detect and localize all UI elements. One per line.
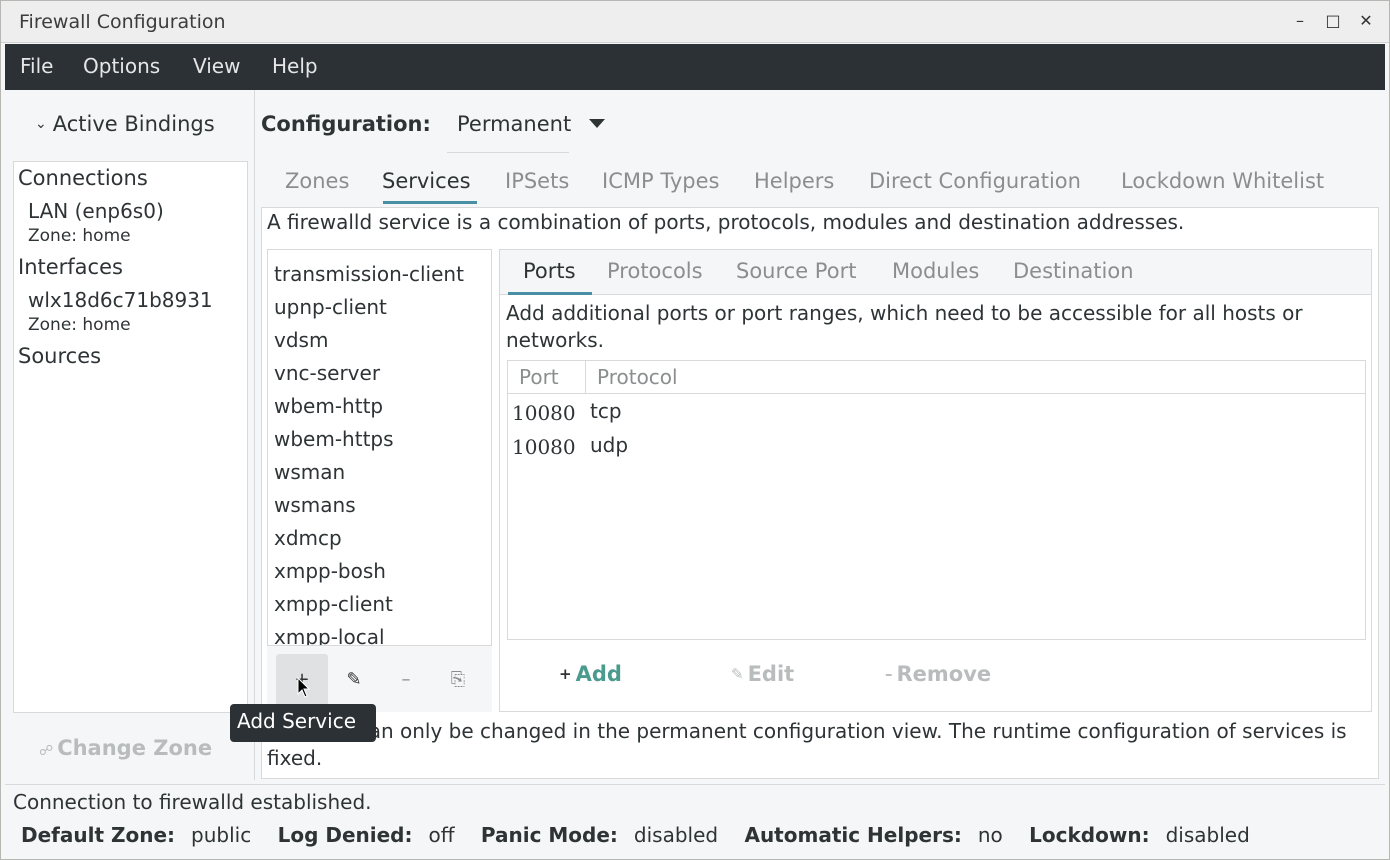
automatic-helpers-value: no (977, 823, 1003, 847)
ports-description: Add additional ports or port ranges, whi… (506, 301, 1303, 352)
protocol-cell[interactable]: tcp (590, 399, 622, 423)
tab-zones[interactable]: Zones (285, 169, 349, 193)
default-zone-label: Default Zone: (21, 823, 176, 847)
status-separator (5, 784, 1385, 785)
remove-port-button[interactable]: – Remove (885, 662, 991, 686)
list-item[interactable]: xdmcp (274, 526, 342, 550)
bindings-tree: Connections LAN (enp6s0) Zone: home Inte… (13, 161, 248, 713)
tab-modules[interactable]: Modules (892, 259, 979, 283)
edit-port-button[interactable]: ✎ Edit (731, 662, 794, 686)
tab-ipsets[interactable]: IPSets (505, 169, 569, 193)
tab-services[interactable]: Services (382, 169, 471, 193)
maximize-icon[interactable]: □ (1321, 9, 1345, 33)
change-zone-icon: ☍ (39, 743, 54, 759)
service-detail-panel: Ports Protocols Source Port Modules Dest… (499, 249, 1372, 712)
change-zone-label: Change Zone (57, 736, 213, 760)
dropdown-arrow-icon (589, 119, 605, 128)
column-header-protocol[interactable]: Protocol (586, 361, 1365, 394)
active-tab-indicator (383, 201, 477, 204)
active-bindings-panel: ⌄ Active Bindings Connections LAN (enp6s0… (5, 90, 255, 780)
tab-direct-configuration[interactable]: Direct Configuration (869, 169, 1081, 193)
automatic-helpers-label: Automatic Helpers: (744, 823, 962, 847)
panic-mode-value: disabled (633, 823, 719, 847)
connections-heading[interactable]: Connections (18, 166, 148, 190)
port-cell[interactable]: 10080 (512, 401, 576, 425)
interface-zone[interactable]: Zone: home (28, 315, 131, 335)
list-item[interactable]: vnc-server (274, 361, 380, 385)
detail-tabs: Ports Protocols Source Port Modules Dest… (500, 250, 1371, 295)
list-item[interactable]: upnp-client (274, 295, 387, 319)
lockdown-value: disabled (1165, 823, 1250, 847)
log-denied-label: Log Denied: (277, 823, 413, 847)
tab-source-port[interactable]: Source Port (736, 259, 856, 283)
list-item[interactable]: wsman (274, 460, 345, 484)
mouse-cursor-icon (297, 677, 311, 698)
panic-mode-label: Panic Mode: (480, 823, 618, 847)
configuration-select[interactable]: Permanent (447, 101, 605, 153)
edit-port-label: Edit (747, 662, 795, 686)
tab-helpers[interactable]: Helpers (754, 169, 834, 193)
default-zone-value: public (191, 823, 252, 847)
menu-bar: File Options View Help (5, 44, 1385, 90)
protocol-cell[interactable]: udp (590, 433, 628, 457)
change-zone-button[interactable]: ☍ Change Zone (39, 736, 212, 760)
pencil-icon: ✎ (731, 665, 744, 683)
window-title: Firewall Configuration (19, 11, 226, 33)
interface-item[interactable]: wlx18d6c71b8931 (28, 288, 213, 312)
list-item[interactable]: transmission-client (274, 262, 464, 286)
menu-file[interactable]: File (20, 54, 53, 78)
active-detail-tab-indicator (508, 292, 592, 295)
minus-icon: – (885, 665, 893, 683)
configuration-value: Permanent (457, 112, 572, 136)
port-cell[interactable]: 10080 (512, 435, 576, 459)
remove-port-label: Remove (896, 662, 992, 686)
interfaces-heading[interactable]: Interfaces (18, 255, 123, 279)
chevron-down-icon: ⌄ (35, 116, 47, 132)
close-icon[interactable]: ✕ (1354, 9, 1378, 33)
tab-protocols[interactable]: Protocols (607, 259, 703, 283)
list-item[interactable]: xmpp-client (274, 592, 393, 616)
sources-heading[interactable]: Sources (18, 344, 101, 368)
menu-view[interactable]: View (193, 54, 240, 78)
load-defaults-icon: ⎘ (450, 669, 466, 690)
plus-icon: + (559, 665, 572, 683)
list-item[interactable]: wsmans (274, 493, 356, 517)
connection-status: Connection to firewalld established. (13, 790, 372, 814)
connection-item[interactable]: LAN (enp6s0) (28, 199, 164, 223)
ports-table[interactable]: Port Protocol 10080 tcp 10080 udp (507, 360, 1366, 640)
active-bindings-label: Active Bindings (52, 112, 215, 136)
minimize-icon[interactable]: – (1288, 9, 1312, 33)
menu-help[interactable]: Help (272, 54, 318, 78)
list-item[interactable]: xmpp-bosh (274, 559, 386, 583)
minus-icon: – (401, 669, 411, 690)
edit-service-button[interactable]: ✎ (328, 654, 380, 706)
services-note: Services can only be changed in the perm… (267, 719, 1347, 770)
log-denied-value: off (428, 823, 455, 847)
tab-ports[interactable]: Ports (523, 259, 576, 283)
configuration-label: Configuration: (261, 112, 431, 136)
list-item[interactable]: xmpp-local (274, 625, 385, 645)
status-bar: Default Zone: public Log Denied: off Panic… (21, 823, 1250, 847)
tab-icmp-types[interactable]: ICMP Types (602, 169, 720, 193)
column-header-port[interactable]: Port (508, 361, 586, 394)
load-defaults-button[interactable]: ⎘ (432, 654, 484, 706)
menu-options[interactable]: Options (83, 54, 160, 78)
services-description: A firewalld service is a combination of … (267, 210, 1185, 234)
list-item[interactable]: wbem-http (274, 394, 383, 418)
add-port-label: Add (575, 662, 622, 686)
tab-destination[interactable]: Destination (1013, 259, 1134, 283)
tab-lockdown-whitelist[interactable]: Lockdown Whitelist (1121, 169, 1324, 193)
active-bindings-toggle[interactable]: ⌄ Active Bindings (35, 112, 215, 136)
services-list[interactable]: transmission-client upnp-client vdsm vnc… (267, 249, 492, 646)
add-port-button[interactable]: + Add (559, 662, 622, 686)
lockdown-label: Lockdown: (1029, 823, 1150, 847)
add-service-tooltip: Add Service (230, 704, 376, 742)
app-window: Firewall Configuration – □ ✕ File Option… (0, 0, 1390, 860)
connection-zone[interactable]: Zone: home (28, 226, 131, 246)
list-item[interactable]: wbem-https (274, 427, 394, 451)
title-bar: Firewall Configuration – □ ✕ (1, 1, 1389, 43)
remove-service-button[interactable]: – (380, 654, 432, 706)
pencil-icon: ✎ (346, 669, 362, 690)
list-item[interactable]: vdsm (274, 328, 328, 352)
